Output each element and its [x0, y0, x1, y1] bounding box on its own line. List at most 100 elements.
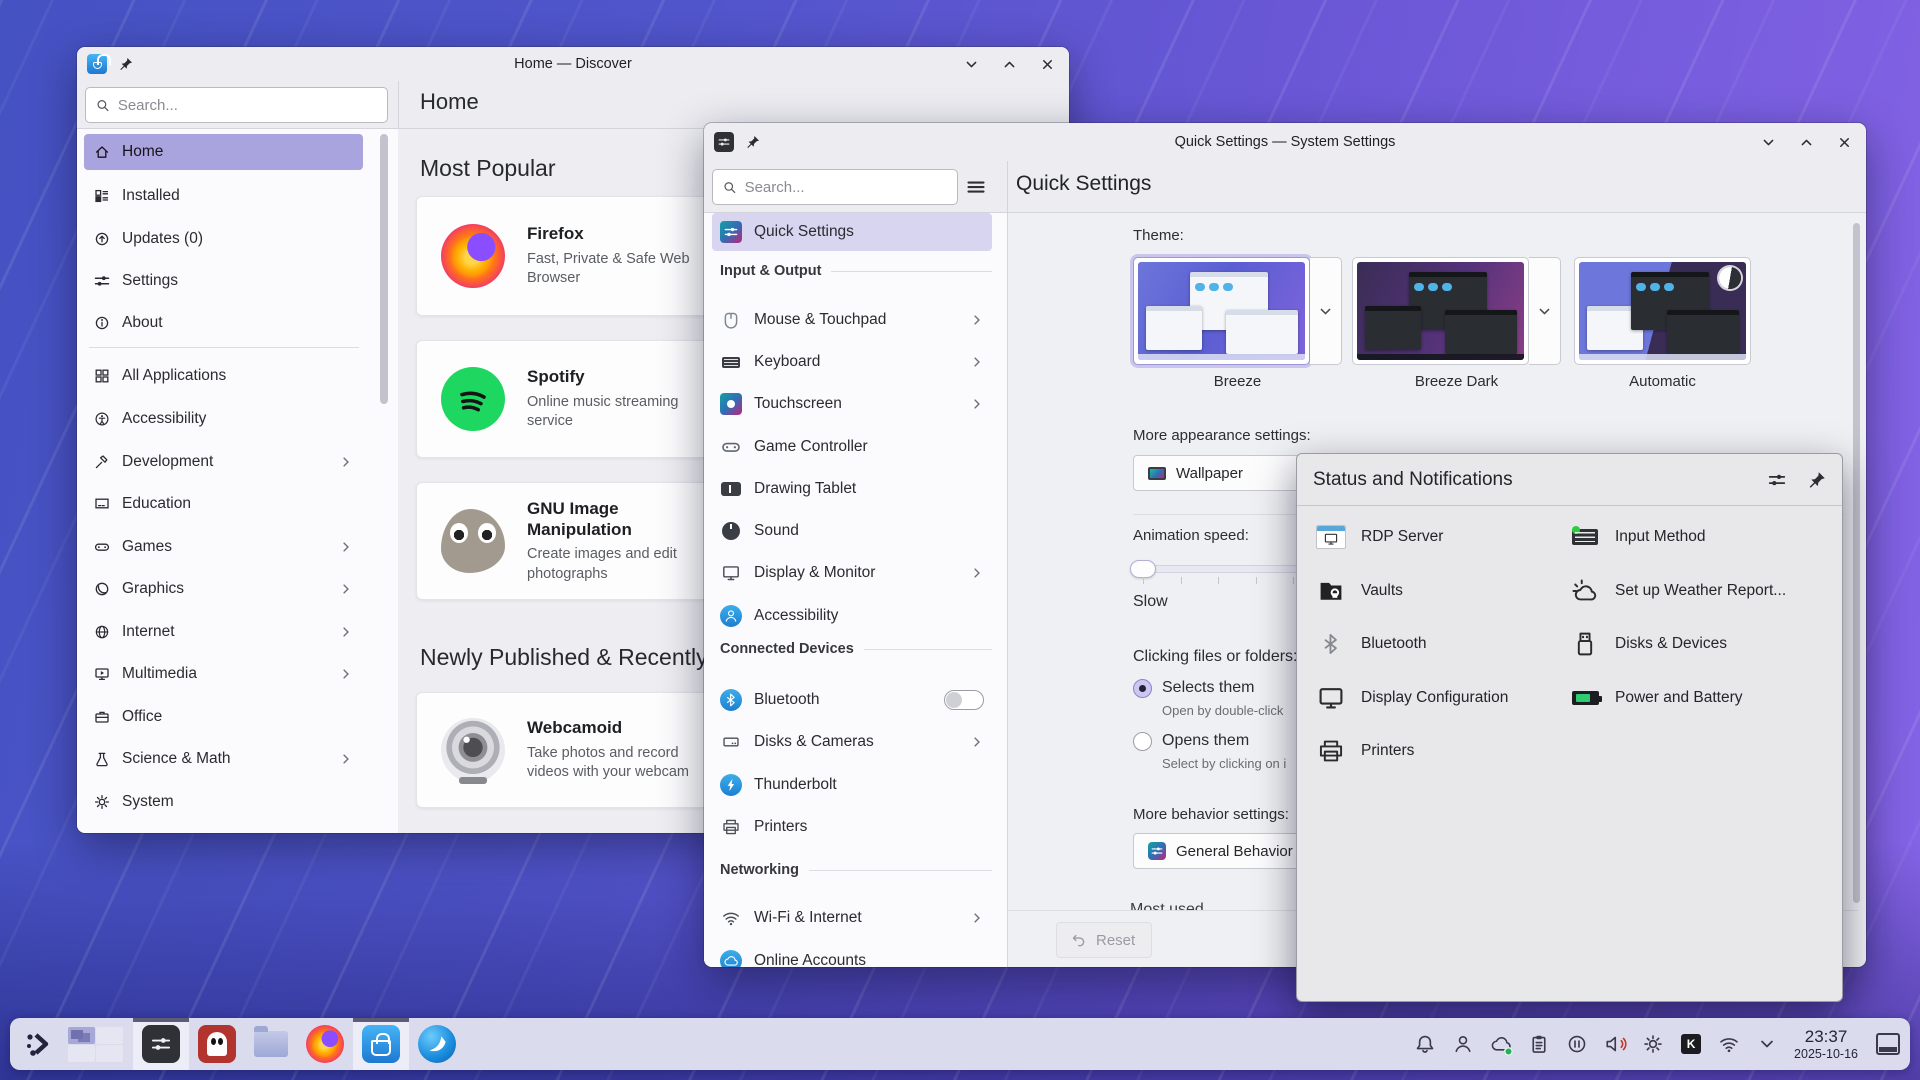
breeze-dropdown-button[interactable] [1310, 257, 1342, 365]
popup-item-power-battery[interactable]: Power and Battery [1569, 681, 1743, 715]
section-heading: Newly Published & Recently [420, 644, 708, 671]
task-dolphin[interactable] [245, 1018, 297, 1070]
sidebar-item-updates[interactable]: Updates (0) [84, 221, 363, 257]
settings-search[interactable] [712, 169, 958, 205]
task-ghostwriter[interactable] [189, 1018, 245, 1070]
pager-desktop-1[interactable] [68, 1027, 95, 1044]
close-button[interactable] [1832, 130, 1856, 154]
sidebar-item-multimedia[interactable]: Multimedia [84, 656, 363, 692]
pin-icon[interactable] [746, 135, 760, 149]
sidebar-item-mouse-touchpad[interactable]: Mouse & Touchpad [712, 301, 992, 339]
breeze-thumbnail [1138, 262, 1305, 360]
breeze-dark-dropdown-button[interactable] [1529, 257, 1561, 365]
sidebar-item-accessibility[interactable]: Accessibility [84, 401, 363, 437]
app-launcher-button[interactable] [24, 1029, 54, 1059]
task-system-settings[interactable] [133, 1018, 189, 1070]
sidebar-item-printers[interactable]: Printers [712, 808, 992, 846]
sidebar-item-bluetooth[interactable]: Bluetooth [712, 681, 992, 719]
task-discover[interactable] [353, 1018, 409, 1070]
sidebar-item-system[interactable]: System [84, 784, 363, 820]
wifi-icon[interactable] [1714, 1027, 1744, 1061]
volume-icon[interactable] [1600, 1027, 1630, 1061]
tray-expand-chevron-icon[interactable] [1752, 1027, 1782, 1061]
task-falkon[interactable] [409, 1018, 465, 1070]
popup-item-bluetooth[interactable]: Bluetooth [1315, 627, 1427, 661]
sidebar-item-internet[interactable]: Internet [84, 614, 363, 650]
sidebar-item-development[interactable]: Development [84, 444, 363, 480]
sidebar-item-game-controller[interactable]: Game Controller [712, 428, 992, 466]
sidebar-item-installed[interactable]: Installed [84, 178, 363, 214]
keyboard-layout-indicator[interactable]: K [1676, 1027, 1706, 1061]
media-pause-icon[interactable] [1562, 1027, 1592, 1061]
popup-item-vaults[interactable]: Vaults [1315, 574, 1403, 608]
sidebar-item-accessibility[interactable]: Accessibility [712, 597, 992, 635]
pin-icon[interactable] [119, 57, 133, 71]
minimize-button[interactable] [959, 52, 983, 76]
reset-button[interactable]: Reset [1056, 922, 1152, 958]
user-icon[interactable] [1448, 1027, 1478, 1061]
theme-card-breeze[interactable] [1133, 257, 1310, 365]
sidebar-item-thunderbolt[interactable]: Thunderbolt [712, 766, 992, 804]
sidebar-item-keyboard[interactable]: Keyboard [712, 343, 992, 381]
popup-item-input-method[interactable]: Input Method [1569, 520, 1705, 554]
minimize-button[interactable] [1756, 130, 1780, 154]
wallpaper-button[interactable]: Wallpaper [1133, 455, 1323, 491]
search-input[interactable] [745, 179, 947, 196]
sidebar-item-drawing-tablet[interactable]: Drawing Tablet [712, 470, 992, 508]
sidebar-item-disks-cameras[interactable]: Disks & Cameras [712, 723, 992, 761]
slider-handle[interactable] [1130, 560, 1156, 578]
notifications-bell-icon[interactable] [1410, 1027, 1440, 1061]
sidebar-scrollbar[interactable] [380, 134, 388, 404]
virtual-desktop-pager[interactable] [68, 1027, 123, 1062]
sidebar-item-science-math[interactable]: Science & Math [84, 741, 363, 777]
sidebar-item-settings[interactable]: Settings [84, 263, 363, 299]
search-input[interactable] [118, 97, 377, 114]
popup-item-rdp-server[interactable]: RDP Server [1315, 520, 1443, 554]
sidebar-item-office[interactable]: Office [84, 699, 363, 735]
sidebar-item-label: Printers [754, 818, 807, 836]
show-desktop-button[interactable] [1876, 1033, 1900, 1055]
pager-desktop-2[interactable] [96, 1027, 123, 1044]
popup-item-weather-report[interactable]: Set up Weather Report... [1569, 574, 1786, 608]
sidebar-item-touchscreen[interactable]: Touchscreen [712, 385, 992, 423]
brightness-icon[interactable] [1638, 1027, 1668, 1061]
sidebar-item-games[interactable]: Games [84, 529, 363, 565]
opens-them-radio[interactable] [1133, 732, 1152, 751]
bluetooth-toggle[interactable] [944, 690, 984, 710]
bluetooth-icon [1315, 628, 1347, 660]
sidebar-item-education[interactable]: Education [84, 486, 363, 522]
discover-titlebar[interactable]: Home — Discover [77, 47, 1069, 81]
popup-item-printers[interactable]: Printers [1315, 734, 1414, 768]
discover-search[interactable] [85, 87, 388, 123]
status-notifications-popup: Status and Notifications RDP Server Vaul… [1296, 453, 1843, 1002]
content-scrollbar[interactable] [1853, 223, 1860, 903]
sidebar-item-online-accounts[interactable]: Online Accounts [712, 942, 992, 967]
clipboard-icon[interactable] [1524, 1027, 1554, 1061]
theme-card-breeze-dark[interactable] [1352, 257, 1529, 365]
popup-item-disks-devices[interactable]: Disks & Devices [1569, 627, 1727, 661]
sidebar-item-label: Drawing Tablet [754, 480, 856, 498]
sidebar-item-home[interactable]: Home [84, 134, 363, 170]
settings-titlebar[interactable]: Quick Settings — System Settings [704, 123, 1866, 161]
task-firefox[interactable] [297, 1018, 353, 1070]
close-button[interactable] [1035, 52, 1059, 76]
cloud-sync-icon[interactable] [1486, 1027, 1516, 1061]
sidebar-item-sound[interactable]: Sound [712, 512, 992, 550]
pager-desktop-3[interactable] [68, 1045, 95, 1062]
sidebar-item-wifi-internet[interactable]: Wi-Fi & Internet [712, 899, 992, 937]
maximize-button[interactable] [997, 52, 1021, 76]
sidebar-item-all-applications[interactable]: All Applications [84, 358, 363, 394]
pin-icon[interactable] [1808, 471, 1826, 489]
sidebar-item-graphics[interactable]: Graphics [84, 571, 363, 607]
sidebar-item-display-monitor[interactable]: Display & Monitor [712, 554, 992, 592]
hamburger-menu-button[interactable] [966, 177, 986, 197]
theme-card-automatic[interactable] [1574, 257, 1751, 365]
sidebar-item-quick-settings[interactable]: Quick Settings [712, 213, 992, 251]
pager-desktop-4[interactable] [96, 1045, 123, 1062]
digital-clock[interactable]: 23:37 2025-10-16 [1794, 1027, 1858, 1061]
configure-sliders-icon[interactable] [1768, 471, 1786, 489]
sidebar-item-about[interactable]: About [84, 305, 363, 341]
popup-item-display-configuration[interactable]: Display Configuration [1315, 681, 1508, 715]
maximize-button[interactable] [1794, 130, 1818, 154]
selects-them-radio[interactable] [1133, 679, 1152, 698]
